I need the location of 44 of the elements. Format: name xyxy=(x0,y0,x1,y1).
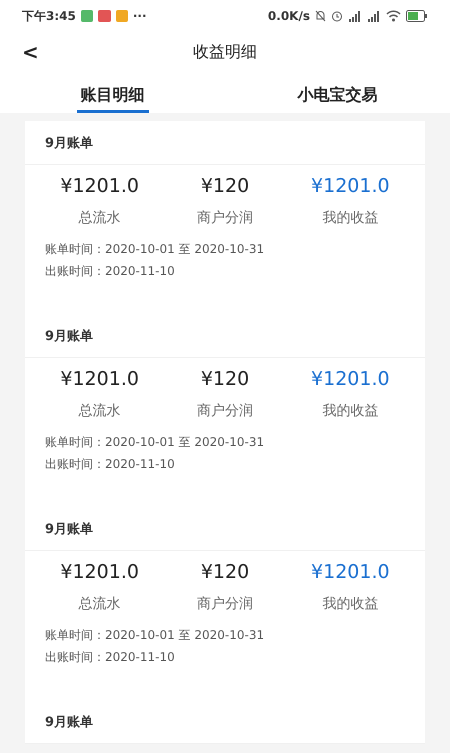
bill-title: 9月账单 xyxy=(45,520,94,538)
amount-label: 总流水 xyxy=(78,595,121,613)
amount-label: 商户分润 xyxy=(196,402,253,420)
status-time: 下午3:45 xyxy=(22,8,76,24)
bill-period: 账单时间：2020-10-01 至 2020-10-31 xyxy=(45,241,266,258)
tab[interactable]: 账目明细 xyxy=(76,72,148,113)
bill-title: 9月账单 xyxy=(45,134,94,152)
app-icon xyxy=(116,10,128,22)
amount-label: 总流水 xyxy=(78,402,121,420)
wifi-icon xyxy=(386,10,401,22)
amount-label: 我的收益 xyxy=(322,595,378,613)
amount-label: 总流水 xyxy=(78,209,121,227)
amount-label: 商户分润 xyxy=(196,595,253,613)
amount-value: ¥1201.0 xyxy=(60,561,139,585)
back-button[interactable]: < xyxy=(16,38,45,66)
amount-label: 商户分润 xyxy=(196,209,253,227)
amount-value: ¥1201.0 xyxy=(311,175,390,199)
amount-value: ¥1201.0 xyxy=(60,368,139,392)
bill-issue-date: 出账时间：2020-11-10 xyxy=(45,649,176,666)
bill-title: 9月账单 xyxy=(45,714,94,730)
signal-icon xyxy=(367,10,381,22)
more-dots: ··· xyxy=(132,9,147,23)
amount-label: 我的收益 xyxy=(322,402,378,420)
amount-value: ¥1201.0 xyxy=(311,561,390,585)
bill-issue-date: 出账时间：2020-11-10 xyxy=(45,456,176,473)
amount-value: ¥1201.0 xyxy=(311,368,390,392)
bill-title: 9月账单 xyxy=(45,328,94,344)
amount-label: 我的收益 xyxy=(322,209,378,227)
tab[interactable]: 小电宝交易 xyxy=(294,72,382,113)
app-icon xyxy=(80,10,93,22)
app-icon xyxy=(98,10,111,22)
amount-value: ¥120 xyxy=(200,368,250,392)
amount-value: ¥120 xyxy=(200,561,250,585)
bill-period: 账单时间：2020-10-01 至 2020-10-31 xyxy=(45,627,266,644)
signal-icon xyxy=(348,10,362,22)
battery-icon xyxy=(406,10,428,22)
bell-off-icon xyxy=(315,10,326,22)
alarm-icon xyxy=(331,10,343,22)
network-speed: 0.0K/s xyxy=(268,9,310,23)
page-title: 收益明细 xyxy=(193,42,257,62)
amount-value: ¥1201.0 xyxy=(60,175,139,199)
bill-issue-date: 出账时间：2020-11-10 xyxy=(45,263,176,280)
amount-value: ¥120 xyxy=(200,175,250,199)
bill-period: 账单时间：2020-10-01 至 2020-10-31 xyxy=(45,434,266,451)
